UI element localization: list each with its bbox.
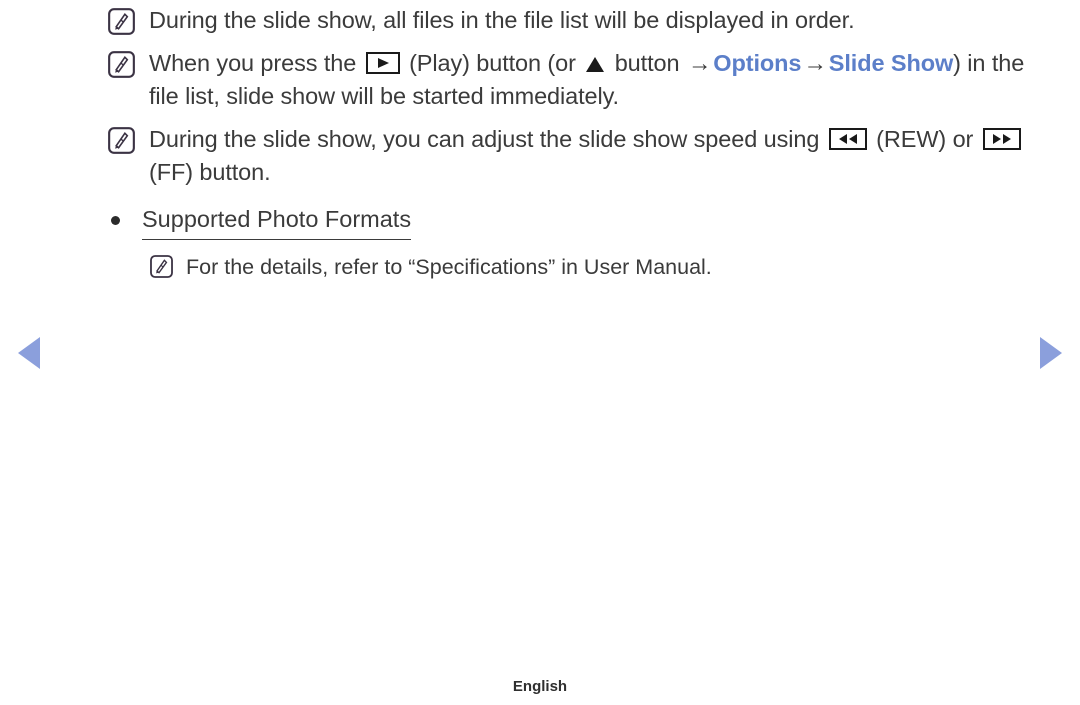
note-text-part: When you press the	[149, 50, 363, 76]
menu-link-options[interactable]: Options	[713, 50, 801, 76]
section-heading: Supported Photo Formats	[142, 203, 412, 240]
note-text-part: During the slide show, you can adjust th…	[149, 126, 826, 152]
note-text-part: button	[608, 50, 686, 76]
note-icon	[108, 127, 135, 154]
note-row: When you press the (Play) button (or but…	[0, 47, 1080, 113]
menu-link-slide-show[interactable]: Slide Show	[829, 50, 953, 76]
note-row: During the slide show, you can adjust th…	[0, 123, 1080, 189]
note-icon	[150, 255, 173, 278]
section-heading-row: Supported Photo Formats	[0, 203, 1080, 240]
note-text: During the slide show, you can adjust th…	[135, 123, 1040, 189]
rewind-button-icon	[828, 128, 867, 150]
fast-forward-button-icon	[982, 128, 1021, 150]
note-row: During the slide show, all files in the …	[0, 4, 1080, 37]
previous-page-arrow[interactable]	[18, 337, 40, 369]
note-icon	[108, 51, 135, 78]
path-arrow: →	[687, 50, 712, 76]
subnote-text: For the details, refer to “Specification…	[186, 255, 712, 279]
note-text-part: (REW) or	[869, 126, 980, 152]
subnote-row: For the details, refer to “Specification…	[0, 252, 1080, 282]
note-text: When you press the (Play) button (or but…	[135, 47, 1040, 113]
bullet-icon	[111, 216, 120, 225]
note-text-part: (Play) button (or	[402, 50, 583, 76]
manual-content: During the slide show, all files in the …	[0, 0, 1080, 282]
note-text: During the slide show, all files in the …	[149, 7, 855, 33]
play-button-icon	[365, 52, 400, 74]
footer-language: English	[512, 678, 568, 695]
note-text-part: (FF) button.	[149, 159, 271, 185]
note-icon	[108, 8, 135, 35]
next-page-arrow[interactable]	[1040, 337, 1062, 369]
up-arrow-icon	[586, 57, 605, 72]
path-arrow: →	[803, 50, 827, 76]
